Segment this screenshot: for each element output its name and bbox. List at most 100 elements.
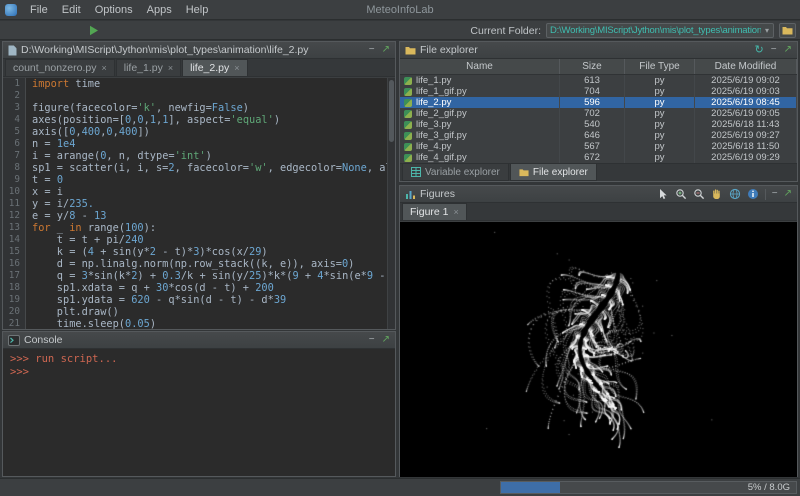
- code-line[interactable]: 10x = i: [3, 186, 395, 198]
- float-panel-icon[interactable]: ↗: [784, 45, 792, 55]
- python-file-icon: [404, 110, 412, 118]
- tab-variable-explorer[interactable]: Variable explorer: [402, 164, 509, 181]
- code-line[interactable]: 16 d = np.linalg.norm(np.row_stack((k, e…: [3, 258, 395, 270]
- status-bar: 5% / 8.0G: [0, 478, 800, 496]
- line-number: 11: [3, 198, 26, 210]
- code-line[interactable]: 3figure(facecolor='k', newfig=False): [3, 102, 395, 114]
- console-panel: Console − ↗ >>> run script...>>>: [2, 331, 396, 477]
- table-row[interactable]: life_2_gif.py702py2025/6/19 09:05: [400, 108, 797, 119]
- memory-usage-fill: [501, 482, 560, 493]
- figure-viewport[interactable]: [400, 222, 797, 476]
- table-row[interactable]: life_1.py613py2025/6/19 09:02: [400, 75, 797, 86]
- editor-tab-life-2[interactable]: life_2.py ×: [182, 59, 247, 76]
- menu-help[interactable]: Help: [179, 0, 216, 20]
- menu-apps[interactable]: Apps: [140, 0, 179, 20]
- code-line[interactable]: 8sp1 = scatter(i, i, s=2, facecolor='w',…: [3, 162, 395, 174]
- code-line[interactable]: 9t = 0: [3, 174, 395, 186]
- code-line[interactable]: 4axes(position=[0,0,1,1], aspect='equal'…: [3, 114, 395, 126]
- table-row[interactable]: life_2.py596py2025/6/19 08:45: [400, 97, 797, 108]
- code-line[interactable]: 12e = y/8 - 13: [3, 210, 395, 222]
- current-folder-combobox[interactable]: D:\Working\MIScript\Jython\mis\plot_type…: [546, 23, 774, 38]
- figure-tab-1[interactable]: Figure 1 ×: [402, 203, 467, 220]
- column-header-date-modified[interactable]: Date Modified: [695, 59, 797, 74]
- code-editor[interactable]: 1import time23figure(facecolor='k', newf…: [3, 78, 395, 329]
- column-header-file-type[interactable]: File Type: [625, 59, 695, 74]
- code-text: sp1.ydata = 620 - q*sin(d - t) - d*39: [26, 294, 286, 306]
- main-toolbar: Current Folder: D:\Working\MIScript\Jyth…: [0, 21, 800, 40]
- tab-file-explorer[interactable]: File explorer: [510, 164, 597, 181]
- code-line[interactable]: 1import time: [3, 78, 395, 90]
- code-line[interactable]: 14 t = t + pi/240: [3, 234, 395, 246]
- code-line[interactable]: 17 q = 3*sin(k*2) + 0.3/k + sin(y/25)*k*…: [3, 270, 395, 282]
- identify-info-icon[interactable]: [747, 188, 759, 200]
- pan-hand-icon[interactable]: [711, 188, 723, 200]
- editor-file-path: D:\Working\MIScript\Jython\mis\plot_type…: [21, 44, 309, 56]
- code-line[interactable]: 7i = arange(0, n, dtype='int'): [3, 150, 395, 162]
- close-tab-icon[interactable]: ×: [168, 64, 173, 73]
- file-name: life_4_gif.py: [416, 152, 467, 163]
- code-line[interactable]: 11y = i/235.: [3, 198, 395, 210]
- console-line: >>>: [10, 366, 388, 379]
- column-header-name[interactable]: Name: [400, 59, 560, 74]
- code-line[interactable]: 13for _ in range(100):: [3, 222, 395, 234]
- file-name-cell: life_1.py: [400, 75, 560, 86]
- play-icon: [88, 25, 99, 36]
- editor-tab-life-1[interactable]: life_1.py ×: [116, 59, 181, 76]
- float-panel-icon[interactable]: ↗: [382, 45, 390, 55]
- figures-title: Figures: [420, 188, 455, 200]
- chevron-down-icon[interactable]: ▾: [761, 26, 773, 35]
- refresh-icon[interactable]: ↻: [755, 45, 764, 56]
- code-line[interactable]: 20 plt.draw(): [3, 306, 395, 318]
- minimize-icon[interactable]: −: [369, 45, 375, 55]
- minimize-icon[interactable]: −: [771, 45, 777, 55]
- code-line[interactable]: 15 k = (4 + sin(y*2 - t)*3)*cos(x/29): [3, 246, 395, 258]
- file-type: py: [625, 152, 695, 163]
- browse-folder-button[interactable]: [779, 23, 796, 38]
- editor-panel: D:\Working\MIScript\Jython\mis\plot_type…: [2, 41, 396, 330]
- code-line[interactable]: 21 time.sleep(0.05): [3, 318, 395, 329]
- float-panel-icon[interactable]: ↗: [784, 189, 792, 199]
- code-line[interactable]: 19 sp1.ydata = 620 - q*sin(d - t) - d*39: [3, 294, 395, 306]
- editor-scrollbar[interactable]: [387, 78, 395, 329]
- table-grid-icon: [411, 167, 421, 177]
- code-text: q = 3*sin(k*2) + 0.3/k + sin(y/25)*k*(9 …: [26, 270, 395, 282]
- console-output[interactable]: >>> run script...>>>: [3, 349, 395, 476]
- file-date: 2025/6/18 11:43: [695, 119, 797, 130]
- table-row[interactable]: life_4.py567py2025/6/18 11:50: [400, 141, 797, 152]
- menu-edit[interactable]: Edit: [55, 0, 88, 20]
- table-row[interactable]: life_3.py540py2025/6/18 11:43: [400, 119, 797, 130]
- console-title: Console: [24, 334, 63, 346]
- table-row[interactable]: life_4_gif.py672py2025/6/19 09:29: [400, 152, 797, 163]
- file-name: life_3_gif.py: [416, 130, 467, 141]
- full-extent-globe-icon[interactable]: [729, 188, 741, 200]
- table-row[interactable]: life_3_gif.py646py2025/6/19 09:27: [400, 130, 797, 141]
- table-row[interactable]: life_1_gif.py704py2025/6/19 09:03: [400, 86, 797, 97]
- close-tab-icon[interactable]: ×: [234, 64, 239, 73]
- python-file-icon: [404, 88, 412, 96]
- column-header-size[interactable]: Size: [560, 59, 625, 74]
- minimize-icon[interactable]: −: [369, 335, 375, 345]
- float-panel-icon[interactable]: ↗: [382, 335, 390, 345]
- code-line[interactable]: 5axis([0,400,0,400]): [3, 126, 395, 138]
- line-number: 19: [3, 294, 26, 306]
- explorer-bottom-tabs: Variable explorer File explorer: [400, 163, 797, 181]
- figure-canvas[interactable]: [400, 222, 797, 477]
- menu-options[interactable]: Options: [88, 0, 140, 20]
- menu-file[interactable]: File: [23, 0, 55, 20]
- select-cursor-icon[interactable]: [657, 188, 669, 200]
- scrollbar-thumb[interactable]: [389, 80, 394, 142]
- app-logo-icon: [5, 4, 17, 16]
- file-name: life_4.py: [416, 141, 451, 152]
- file-type: py: [625, 97, 695, 108]
- zoom-in-icon[interactable]: [675, 188, 687, 200]
- code-line[interactable]: 6n = 1e4: [3, 138, 395, 150]
- minimize-icon[interactable]: −: [772, 189, 778, 199]
- zoom-out-icon[interactable]: [693, 188, 705, 200]
- close-tab-icon[interactable]: ×: [454, 208, 459, 217]
- editor-tab-count-nonzero[interactable]: count_nonzero.py ×: [5, 59, 115, 76]
- code-line[interactable]: 18 sp1.xdata = q + 30*cos(d - t) + 200: [3, 282, 395, 294]
- close-tab-icon[interactable]: ×: [101, 64, 106, 73]
- code-line[interactable]: 2: [3, 90, 395, 102]
- chart-icon: [405, 189, 416, 200]
- run-script-button[interactable]: [86, 23, 100, 37]
